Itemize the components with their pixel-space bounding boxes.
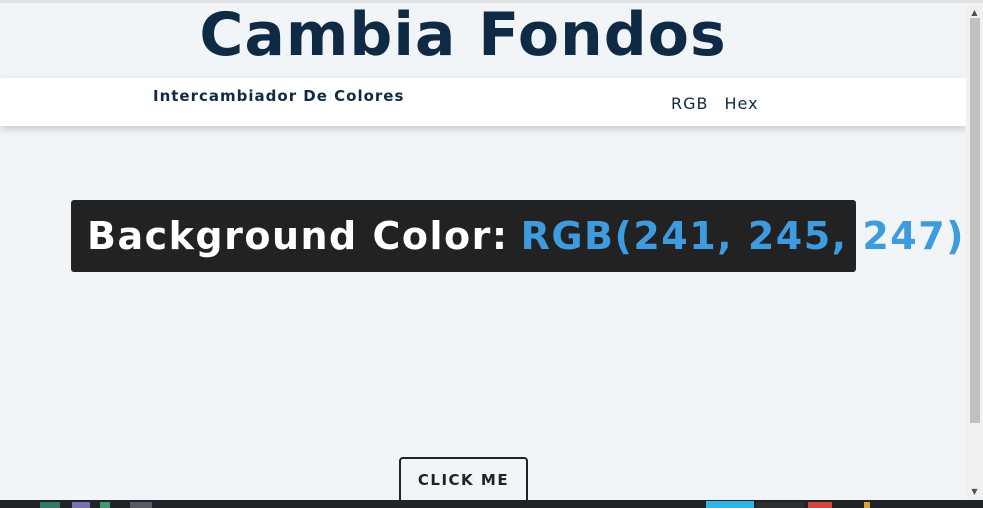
taskbar-app-icon[interactable]: [808, 502, 832, 508]
taskbar-active-app[interactable]: [706, 501, 754, 508]
vertical-scrollbar[interactable]: ▲ ▼: [966, 3, 983, 500]
nav-link-hex[interactable]: Hex: [725, 94, 759, 113]
taskbar-app-icon[interactable]: [756, 502, 804, 508]
color-label: Background Color:: [87, 214, 509, 258]
color-display-box: Background Color: RGB(241, 245, 247): [71, 200, 964, 272]
click-me-button[interactable]: CLICK ME: [399, 457, 528, 500]
scrollbar-thumb[interactable]: [970, 18, 980, 423]
nav-links: RGB Hex: [671, 94, 759, 113]
nav-brand-link[interactable]: Intercambiador De Colores: [153, 87, 404, 105]
taskbar: [0, 500, 983, 508]
nav-link-rgb[interactable]: RGB: [671, 94, 709, 113]
taskbar-app-icon[interactable]: [72, 502, 90, 508]
top-border: [0, 0, 983, 3]
chevron-down-icon[interactable]: ▼: [966, 484, 983, 498]
taskbar-app-icon[interactable]: [100, 502, 110, 508]
color-value: RGB(241, 245, 247): [520, 214, 966, 258]
navbar: Intercambiador De Colores RGB Hex: [0, 78, 966, 126]
taskbar-app-icon[interactable]: [864, 502, 870, 508]
page-viewport: Cambia Fondos Intercambiador De Colores …: [0, 0, 966, 500]
taskbar-app-icon[interactable]: [130, 502, 152, 508]
taskbar-app-icon[interactable]: [40, 502, 60, 508]
chevron-up-icon[interactable]: ▲: [966, 5, 983, 19]
page-title: Cambia Fondos: [199, 0, 727, 70]
